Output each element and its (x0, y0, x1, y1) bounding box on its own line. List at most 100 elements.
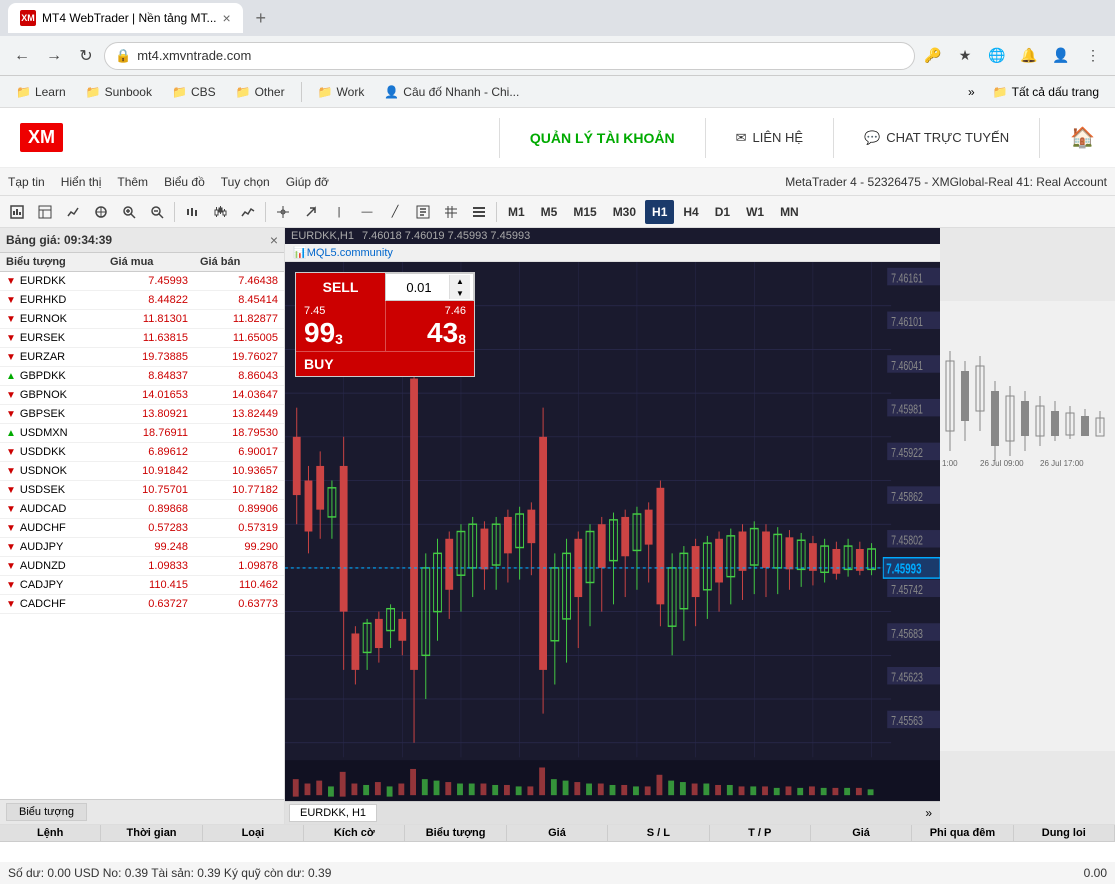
ask-price: 99.290 (194, 538, 284, 556)
timeframe-h1[interactable]: H1 (645, 200, 674, 224)
svg-text:7.45981: 7.45981 (891, 403, 923, 417)
orders-header: Lệnh Thời gian Loại Kích cờ Biểu tượng G… (0, 825, 1115, 842)
bookmark-other[interactable]: 📁 Other (228, 83, 293, 101)
price-row-audchf[interactable]: ▼AUDCHF 0.57283 0.57319 (0, 519, 284, 538)
price-row-cadjpy[interactable]: ▼CADJPY 110.415 110.462 (0, 576, 284, 595)
account-management-link[interactable]: QUẢN LÝ TÀI KHOẢN (530, 130, 675, 146)
indicators-button[interactable] (60, 200, 86, 224)
menu-tuychon[interactable]: Tuy chọn (221, 175, 270, 189)
timeframe-h4[interactable]: H4 (676, 200, 705, 224)
chart-tab[interactable]: EURDKK, H1 (289, 804, 377, 822)
price-row-usddkk[interactable]: ▼USDDKK 6.89612 6.90017 (0, 443, 284, 462)
price-row-eursek[interactable]: ▼EURSEK 11.63815 11.65005 (0, 329, 284, 348)
tab-close-button[interactable]: × (223, 10, 231, 26)
chart-tab-more[interactable]: » (921, 806, 936, 820)
period-separator-button[interactable]: | (326, 200, 352, 224)
price-row-eurdkk[interactable]: ▼EURDKK 7.45993 7.46438 (0, 272, 284, 291)
price-panel-close-button[interactable]: × (270, 232, 278, 248)
forward-button[interactable]: → (40, 42, 68, 70)
active-tab[interactable]: XM MT4 WebTrader | Nền tảng MT... × (8, 3, 243, 33)
price-row-cadchf[interactable]: ▼CADCHF 0.63727 0.63773 (0, 595, 284, 614)
price-row-eurnok[interactable]: ▼EURNOK 11.81301 11.82877 (0, 310, 284, 329)
tline-button[interactable]: ╱ (382, 200, 408, 224)
price-row-eurhkd[interactable]: ▼EURHKD 8.44822 8.45414 (0, 291, 284, 310)
sell-price-display[interactable]: 7.45 99 3 (296, 301, 385, 351)
mql5-bar[interactable]: 📊 MQL5.community (285, 244, 940, 262)
extension-icon[interactable]: 🔔 (1015, 42, 1043, 70)
symbol-name: AUDCHF (20, 522, 66, 534)
refresh-button[interactable]: ↻ (72, 42, 100, 70)
lot-up-button[interactable]: ▲ (450, 275, 470, 287)
bookmark-cbs[interactable]: 📁 CBS (164, 83, 224, 101)
price-row-gbpnok[interactable]: ▼GBPNOK 14.01653 14.03647 (0, 386, 284, 405)
zoom-out-button[interactable] (144, 200, 170, 224)
price-row-audjpy[interactable]: ▼AUDJPY 99.248 99.290 (0, 538, 284, 557)
timeframe-m5[interactable]: M5 (534, 200, 565, 224)
xm-logo[interactable]: XM (20, 123, 65, 152)
chat-link[interactable]: 💬 CHAT TRỰC TUYẾN (864, 130, 1009, 146)
new-tab-button[interactable]: + (247, 4, 275, 32)
buy-button[interactable]: BUY (296, 351, 474, 376)
password-icon[interactable]: 🔑 (919, 42, 947, 70)
timeframe-mn[interactable]: MN (773, 200, 806, 224)
mql5-label: MQL5.community (307, 247, 393, 259)
price-row-gbpdkk[interactable]: ▲GBPDKK 8.84837 8.86043 (0, 367, 284, 386)
timeframe-m30[interactable]: M30 (606, 200, 643, 224)
bookmark-sunbook[interactable]: 📁 Sunbook (78, 83, 160, 101)
buy-price-display[interactable]: 7.46 43 8 (385, 301, 474, 351)
address-bar[interactable]: 🔒 mt4.xmvntrade.com (104, 42, 915, 70)
zoom-in-button[interactable] (116, 200, 142, 224)
hline-button[interactable]: — (354, 200, 380, 224)
folder-icon: 📁 (16, 85, 31, 99)
timeframe-d1[interactable]: D1 (708, 200, 737, 224)
price-row-audcad[interactable]: ▼AUDCAD 0.89868 0.89906 (0, 500, 284, 519)
price-row-usdnok[interactable]: ▼USDNOK 10.91842 10.93657 (0, 462, 284, 481)
bookmarks-more-button[interactable]: » (962, 83, 981, 101)
price-row-usdsek[interactable]: ▼USDSEK 10.75701 10.77182 (0, 481, 284, 500)
menu-bieudo[interactable]: Biểu đồ (164, 175, 205, 189)
contact-link[interactable]: ✉ LIÊN HỆ (736, 130, 803, 146)
bar-chart-button[interactable] (179, 200, 205, 224)
sell-button[interactable]: SELL (296, 273, 385, 301)
menu-them[interactable]: Thêm (117, 175, 148, 189)
profile-icon[interactable]: 👤 (1047, 42, 1075, 70)
candlestick-button[interactable] (207, 200, 233, 224)
bookmark-work[interactable]: 📁 Work (310, 83, 373, 101)
timeframe-m15[interactable]: M15 (566, 200, 603, 224)
objects-list-button[interactable] (466, 200, 492, 224)
text-button[interactable] (410, 200, 436, 224)
bid-price: 14.01653 (104, 386, 194, 404)
menu-giupdo[interactable]: Giúp đỡ (286, 175, 329, 189)
symbol-tab[interactable]: Biểu tượng (6, 803, 87, 821)
grid-button[interactable] (438, 200, 464, 224)
col-gia2: Giá (811, 825, 912, 841)
template-button[interactable] (32, 200, 58, 224)
timeframe-m1[interactable]: M1 (501, 200, 532, 224)
lot-size-input[interactable] (389, 276, 449, 299)
timeframe-w1[interactable]: W1 (739, 200, 771, 224)
price-row-usdmxn[interactable]: ▲USDMXN 18.76911 18.79530 (0, 424, 284, 443)
address-text: mt4.xmvntrade.com (137, 48, 904, 63)
all-bookmarks-button[interactable]: 📁 Tất cả dấu trang (985, 83, 1107, 101)
lot-down-button[interactable]: ▼ (450, 287, 470, 299)
bookmark-star-icon[interactable]: ★ (951, 42, 979, 70)
menu-icon[interactable]: ⋮ (1079, 42, 1107, 70)
menu-taptin[interactable]: Tạp tin (8, 175, 45, 189)
col-symbol: Biểu tượng (0, 253, 104, 271)
arrow-button[interactable] (298, 200, 324, 224)
menu-hienthi[interactable]: Hiển thị (61, 175, 102, 189)
back-button[interactable]: ← (8, 42, 36, 70)
price-row-gbpsek[interactable]: ▼GBPSEK 13.80921 13.82449 (0, 405, 284, 424)
price-row-eurzar[interactable]: ▼EURZAR 19.73885 19.76027 (0, 348, 284, 367)
price-row-audnzd[interactable]: ▼AUDNZD 1.09833 1.09878 (0, 557, 284, 576)
line-chart-button[interactable] (235, 200, 261, 224)
arrow-down-icon: ▼ (6, 276, 16, 287)
translate-icon[interactable]: 🌐 (983, 42, 1011, 70)
crosshair-button[interactable] (270, 200, 296, 224)
new-chart-button[interactable] (4, 200, 30, 224)
objects-button[interactable] (88, 200, 114, 224)
bookmark-quiz[interactable]: 👤 Câu đố Nhanh - Chi... (376, 83, 527, 101)
bookmark-learn[interactable]: 📁 Learn (8, 83, 74, 101)
home-button[interactable]: 🏠 (1070, 125, 1095, 150)
svg-text:7.45862: 7.45862 (891, 490, 923, 504)
